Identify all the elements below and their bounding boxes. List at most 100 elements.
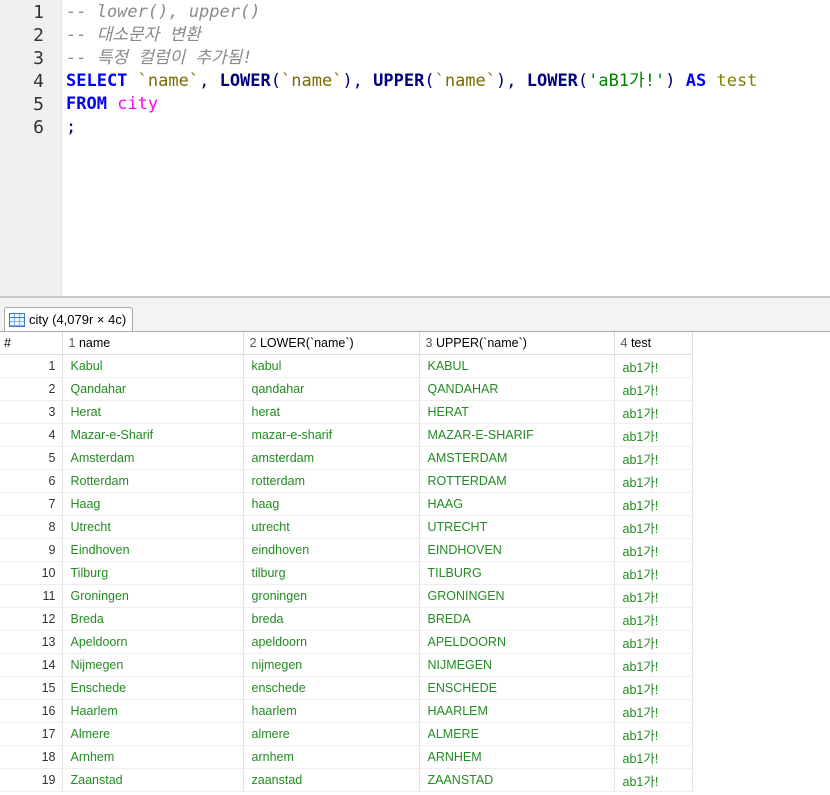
sql-editor[interactable]: 1 2 3 4 5 6 -- lower(), upper() -- 대소문자 … <box>0 0 830 296</box>
table-cell[interactable]: breda <box>243 607 420 631</box>
code-comment-line[interactable]: -- 특정 컬럼이 추가됨! <box>66 47 253 70</box>
table-cell[interactable]: ab1가! <box>614 768 693 792</box>
row-number[interactable]: 3 <box>0 400 63 424</box>
table-cell[interactable]: ROTTERDAM <box>419 469 615 493</box>
table-cell[interactable]: ab1가! <box>614 561 693 585</box>
table-row[interactable]: 12 Breda breda BREDA ab1가! <box>0 607 693 631</box>
table-cell[interactable]: Haarlem <box>62 699 244 723</box>
table-cell[interactable]: ALMERE <box>419 722 615 746</box>
table-cell[interactable]: ab1가! <box>614 492 693 516</box>
code-select-line[interactable]: SELECT `name`, LOWER(`name`), UPPER(`nam… <box>66 70 757 93</box>
table-cell[interactable]: arnhem <box>243 745 420 769</box>
table-cell[interactable]: Zaanstad <box>62 768 244 792</box>
table-cell[interactable]: Almere <box>62 722 244 746</box>
table-row[interactable]: 19 Zaanstad zaanstad ZAANSTAD ab1가! <box>0 768 693 792</box>
table-cell[interactable]: Tilburg <box>62 561 244 585</box>
code-comment-line[interactable]: -- lower(), upper() <box>66 1 260 24</box>
table-row[interactable]: 6 Rotterdam rotterdam ROTTERDAM ab1가! <box>0 469 693 493</box>
table-cell[interactable]: Eindhoven <box>62 538 244 562</box>
table-cell[interactable]: EINDHOVEN <box>419 538 615 562</box>
table-cell[interactable]: ab1가! <box>614 630 693 654</box>
table-cell[interactable]: AMSTERDAM <box>419 446 615 470</box>
table-cell[interactable]: mazar-e-sharif <box>243 423 420 447</box>
table-cell[interactable]: haag <box>243 492 420 516</box>
table-row[interactable]: 3 Herat herat HERAT ab1가! <box>0 400 693 424</box>
table-cell[interactable]: MAZAR-E-SHARIF <box>419 423 615 447</box>
column-header-name[interactable]: 1 name <box>62 332 244 355</box>
table-cell[interactable]: ab1가! <box>614 538 693 562</box>
table-row[interactable]: 7 Haag haag HAAG ab1가! <box>0 492 693 516</box>
row-number[interactable]: 5 <box>0 446 63 470</box>
table-cell[interactable]: tilburg <box>243 561 420 585</box>
row-number[interactable]: 7 <box>0 492 63 516</box>
row-number[interactable]: 11 <box>0 584 63 608</box>
table-cell[interactable]: groningen <box>243 584 420 608</box>
table-row[interactable]: 1 Kabul kabul KABUL ab1가! <box>0 354 693 378</box>
column-header-lower-name[interactable]: 2 LOWER(`name`) <box>243 332 420 355</box>
table-cell[interactable]: zaanstad <box>243 768 420 792</box>
table-cell[interactable]: HAARLEM <box>419 699 615 723</box>
table-cell[interactable]: ARNHEM <box>419 745 615 769</box>
table-cell[interactable]: BREDA <box>419 607 615 631</box>
table-row[interactable]: 16 Haarlem haarlem HAARLEM ab1가! <box>0 699 693 723</box>
table-cell[interactable]: utrecht <box>243 515 420 539</box>
table-cell[interactable]: ab1가! <box>614 722 693 746</box>
table-cell[interactable]: ab1가! <box>614 699 693 723</box>
table-cell[interactable]: enschede <box>243 676 420 700</box>
row-number[interactable]: 14 <box>0 653 63 677</box>
row-number[interactable]: 6 <box>0 469 63 493</box>
table-cell[interactable]: ab1가! <box>614 676 693 700</box>
table-cell[interactable]: ENSCHEDE <box>419 676 615 700</box>
table-cell[interactable]: Rotterdam <box>62 469 244 493</box>
row-number[interactable]: 15 <box>0 676 63 700</box>
table-cell[interactable]: HAAG <box>419 492 615 516</box>
table-cell[interactable]: almere <box>243 722 420 746</box>
table-cell[interactable]: herat <box>243 400 420 424</box>
result-grid[interactable]: # 1 name 2 LOWER(`name`) 3 UPPER(`name`)… <box>0 332 830 795</box>
table-row[interactable]: 10 Tilburg tilburg TILBURG ab1가! <box>0 561 693 585</box>
table-row[interactable]: 11 Groningen groningen GRONINGEN ab1가! <box>0 584 693 608</box>
table-cell[interactable]: amsterdam <box>243 446 420 470</box>
table-cell[interactable]: Kabul <box>62 354 244 378</box>
table-row[interactable]: 13 Apeldoorn apeldoorn APELDOORN ab1가! <box>0 630 693 654</box>
row-number[interactable]: 2 <box>0 377 63 401</box>
table-cell[interactable]: TILBURG <box>419 561 615 585</box>
code-from-line[interactable]: FROM city <box>66 93 158 116</box>
table-cell[interactable]: Apeldoorn <box>62 630 244 654</box>
table-cell[interactable]: ab1가! <box>614 653 693 677</box>
table-cell[interactable]: qandahar <box>243 377 420 401</box>
table-cell[interactable]: rotterdam <box>243 469 420 493</box>
table-cell[interactable]: APELDOORN <box>419 630 615 654</box>
table-cell[interactable]: Groningen <box>62 584 244 608</box>
row-number[interactable]: 13 <box>0 630 63 654</box>
row-number[interactable]: 4 <box>0 423 63 447</box>
table-row[interactable]: 9 Eindhoven eindhoven EINDHOVEN ab1가! <box>0 538 693 562</box>
table-cell[interactable]: Qandahar <box>62 377 244 401</box>
row-number[interactable]: 10 <box>0 561 63 585</box>
table-row[interactable]: 8 Utrecht utrecht UTRECHT ab1가! <box>0 515 693 539</box>
table-cell[interactable]: Breda <box>62 607 244 631</box>
table-cell[interactable]: KABUL <box>419 354 615 378</box>
table-cell[interactable]: ZAANSTAD <box>419 768 615 792</box>
row-number[interactable]: 18 <box>0 745 63 769</box>
table-cell[interactable]: ab1가! <box>614 469 693 493</box>
table-cell[interactable]: Herat <box>62 400 244 424</box>
row-number[interactable]: 9 <box>0 538 63 562</box>
table-cell[interactable]: eindhoven <box>243 538 420 562</box>
table-cell[interactable]: Enschede <box>62 676 244 700</box>
table-row[interactable]: 18 Arnhem arnhem ARNHEM ab1가! <box>0 745 693 769</box>
column-header-upper-name[interactable]: 3 UPPER(`name`) <box>419 332 615 355</box>
table-cell[interactable]: Arnhem <box>62 745 244 769</box>
table-row[interactable]: 17 Almere almere ALMERE ab1가! <box>0 722 693 746</box>
table-row[interactable]: 2 Qandahar qandahar QANDAHAR ab1가! <box>0 377 693 401</box>
row-number-header[interactable]: # <box>0 332 63 355</box>
row-number[interactable]: 17 <box>0 722 63 746</box>
table-cell[interactable]: UTRECHT <box>419 515 615 539</box>
table-cell[interactable]: ab1가! <box>614 515 693 539</box>
table-cell[interactable]: ab1가! <box>614 607 693 631</box>
table-cell[interactable]: QANDAHAR <box>419 377 615 401</box>
table-cell[interactable]: Haag <box>62 492 244 516</box>
table-cell[interactable]: ab1가! <box>614 584 693 608</box>
table-cell[interactable]: nijmegen <box>243 653 420 677</box>
table-cell[interactable]: ab1가! <box>614 400 693 424</box>
